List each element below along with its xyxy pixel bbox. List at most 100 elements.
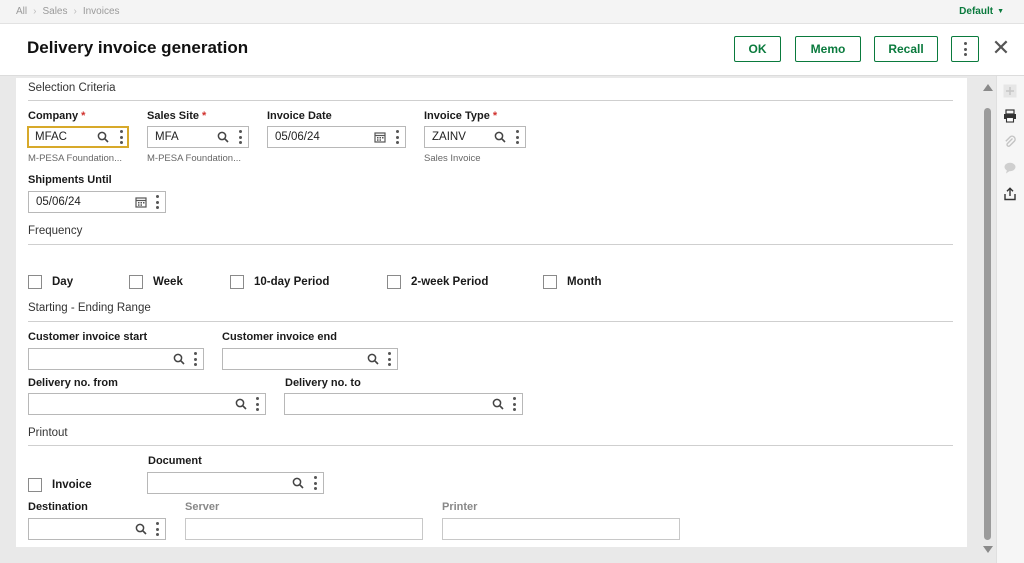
shipments-until-label: Shipments Until: [28, 174, 112, 186]
customer-invoice-end-field[interactable]: [222, 348, 398, 370]
frequency-2-week[interactable]: 2-week Period: [387, 275, 488, 289]
search-icon[interactable]: [292, 477, 304, 489]
delivery-from-field[interactable]: [28, 393, 266, 415]
breadcrumb-invoices[interactable]: Invoices: [83, 6, 120, 17]
more-actions-button[interactable]: [951, 36, 979, 62]
search-icon[interactable]: [97, 131, 109, 143]
share-icon[interactable]: [1003, 187, 1017, 201]
close-icon[interactable]: ✕: [990, 36, 1012, 60]
sales-site-value: MFA: [155, 131, 179, 143]
scrollbar-thumb[interactable]: [984, 108, 991, 540]
search-icon[interactable]: [217, 131, 229, 143]
print-icon[interactable]: [1003, 109, 1017, 123]
sales-site-label: Sales Site *: [147, 110, 207, 122]
kebab-icon[interactable]: [155, 522, 159, 536]
breadcrumb-all[interactable]: All: [16, 6, 27, 17]
search-icon[interactable]: [492, 398, 504, 410]
frequency-week[interactable]: Week: [129, 275, 183, 289]
customer-invoice-start-field[interactable]: [28, 348, 204, 370]
search-icon[interactable]: [135, 523, 147, 535]
delivery-from-label: Delivery no. from: [28, 377, 118, 389]
kebab-icon[interactable]: [119, 130, 123, 144]
invoice-type-field[interactable]: ZAINV: [424, 126, 526, 148]
kebab-icon: [963, 42, 967, 56]
comment-icon[interactable]: [1003, 161, 1017, 175]
invoice-date-field[interactable]: 05/06/24: [267, 126, 406, 148]
kebab-icon[interactable]: [515, 130, 519, 144]
checkbox-label: 10-day Period: [254, 276, 330, 288]
invoice-type-value: ZAINV: [432, 131, 466, 143]
section-title-frequency: Frequency: [28, 225, 83, 237]
chevron-right-icon: ›: [73, 6, 77, 17]
destination-label: Destination: [28, 501, 88, 513]
form-panel: Selection Criteria Company * MFAC M-PESA …: [16, 78, 967, 547]
kebab-icon[interactable]: [395, 130, 399, 144]
company-description: M-PESA Foundation...: [28, 153, 122, 164]
search-icon[interactable]: [367, 353, 379, 365]
checkbox-label: Invoice: [52, 479, 92, 491]
profile-selector[interactable]: Default ▼: [959, 6, 1004, 17]
section-title-range: Starting - Ending Range: [28, 302, 151, 314]
invoice-type-description: Sales Invoice: [424, 153, 481, 164]
kebab-icon[interactable]: [193, 352, 197, 366]
document-field[interactable]: [147, 472, 324, 494]
memo-button[interactable]: Memo: [795, 36, 861, 62]
sales-site-description: M-PESA Foundation...: [147, 153, 241, 164]
profile-label: Default: [959, 6, 994, 17]
printer-label: Printer: [442, 501, 478, 513]
invoice-date-label: Invoice Date: [267, 110, 332, 122]
section-divider: [28, 100, 953, 101]
search-icon[interactable]: [173, 353, 185, 365]
plus-icon[interactable]: [1003, 84, 1017, 98]
ok-button[interactable]: OK: [734, 36, 781, 62]
paperclip-icon[interactable]: [1003, 135, 1017, 149]
breadcrumb: All › Sales › Invoices: [16, 6, 120, 17]
server-label: Server: [185, 501, 220, 513]
section-divider: [28, 321, 953, 322]
frequency-month[interactable]: Month: [543, 275, 601, 289]
kebab-icon[interactable]: [387, 352, 391, 366]
printer-field[interactable]: [442, 518, 680, 540]
printout-invoice[interactable]: Invoice: [28, 478, 92, 492]
scroll-down-icon[interactable]: [983, 546, 993, 553]
customer-invoice-start-label: Customer invoice start: [28, 331, 148, 343]
frequency-day[interactable]: Day: [28, 275, 73, 289]
search-icon[interactable]: [494, 131, 506, 143]
kebab-icon[interactable]: [313, 476, 317, 490]
calendar-icon[interactable]: [374, 131, 386, 143]
shipments-until-field[interactable]: 05/06/24: [28, 191, 166, 213]
checkbox[interactable]: [543, 275, 557, 289]
kebab-icon[interactable]: [255, 397, 259, 411]
server-field[interactable]: [185, 518, 423, 540]
company-field[interactable]: MFAC: [27, 126, 129, 148]
frequency-10-day[interactable]: 10-day Period: [230, 275, 329, 289]
recall-button[interactable]: Recall: [874, 36, 938, 62]
right-toolbar: [996, 76, 1024, 563]
checkbox[interactable]: [129, 275, 143, 289]
top-bar: All › Sales › Invoices Default ▼: [0, 0, 1024, 24]
breadcrumb-sales[interactable]: Sales: [42, 6, 67, 17]
checkbox[interactable]: [28, 478, 42, 492]
page-header: Delivery invoice generation OK Memo Reca…: [0, 24, 1024, 76]
checkbox[interactable]: [387, 275, 401, 289]
checkbox-label: 2-week Period: [411, 276, 489, 288]
chevron-right-icon: ›: [33, 6, 37, 17]
checkbox[interactable]: [28, 275, 42, 289]
document-label: Document: [148, 455, 202, 467]
kebab-icon[interactable]: [238, 130, 242, 144]
checkbox-label: Month: [567, 276, 602, 288]
customer-invoice-end-label: Customer invoice end: [222, 331, 337, 343]
destination-field[interactable]: [28, 518, 166, 540]
shipments-until-value: 05/06/24: [36, 196, 81, 208]
section-divider: [28, 445, 953, 446]
checkbox[interactable]: [230, 275, 244, 289]
section-divider: [28, 244, 953, 245]
delivery-to-field[interactable]: [284, 393, 523, 415]
scroll-up-icon[interactable]: [983, 84, 993, 91]
kebab-icon[interactable]: [155, 195, 159, 209]
kebab-icon[interactable]: [512, 397, 516, 411]
sales-site-field[interactable]: MFA: [147, 126, 249, 148]
search-icon[interactable]: [235, 398, 247, 410]
calendar-icon[interactable]: [135, 196, 147, 208]
company-label: Company *: [28, 110, 86, 122]
